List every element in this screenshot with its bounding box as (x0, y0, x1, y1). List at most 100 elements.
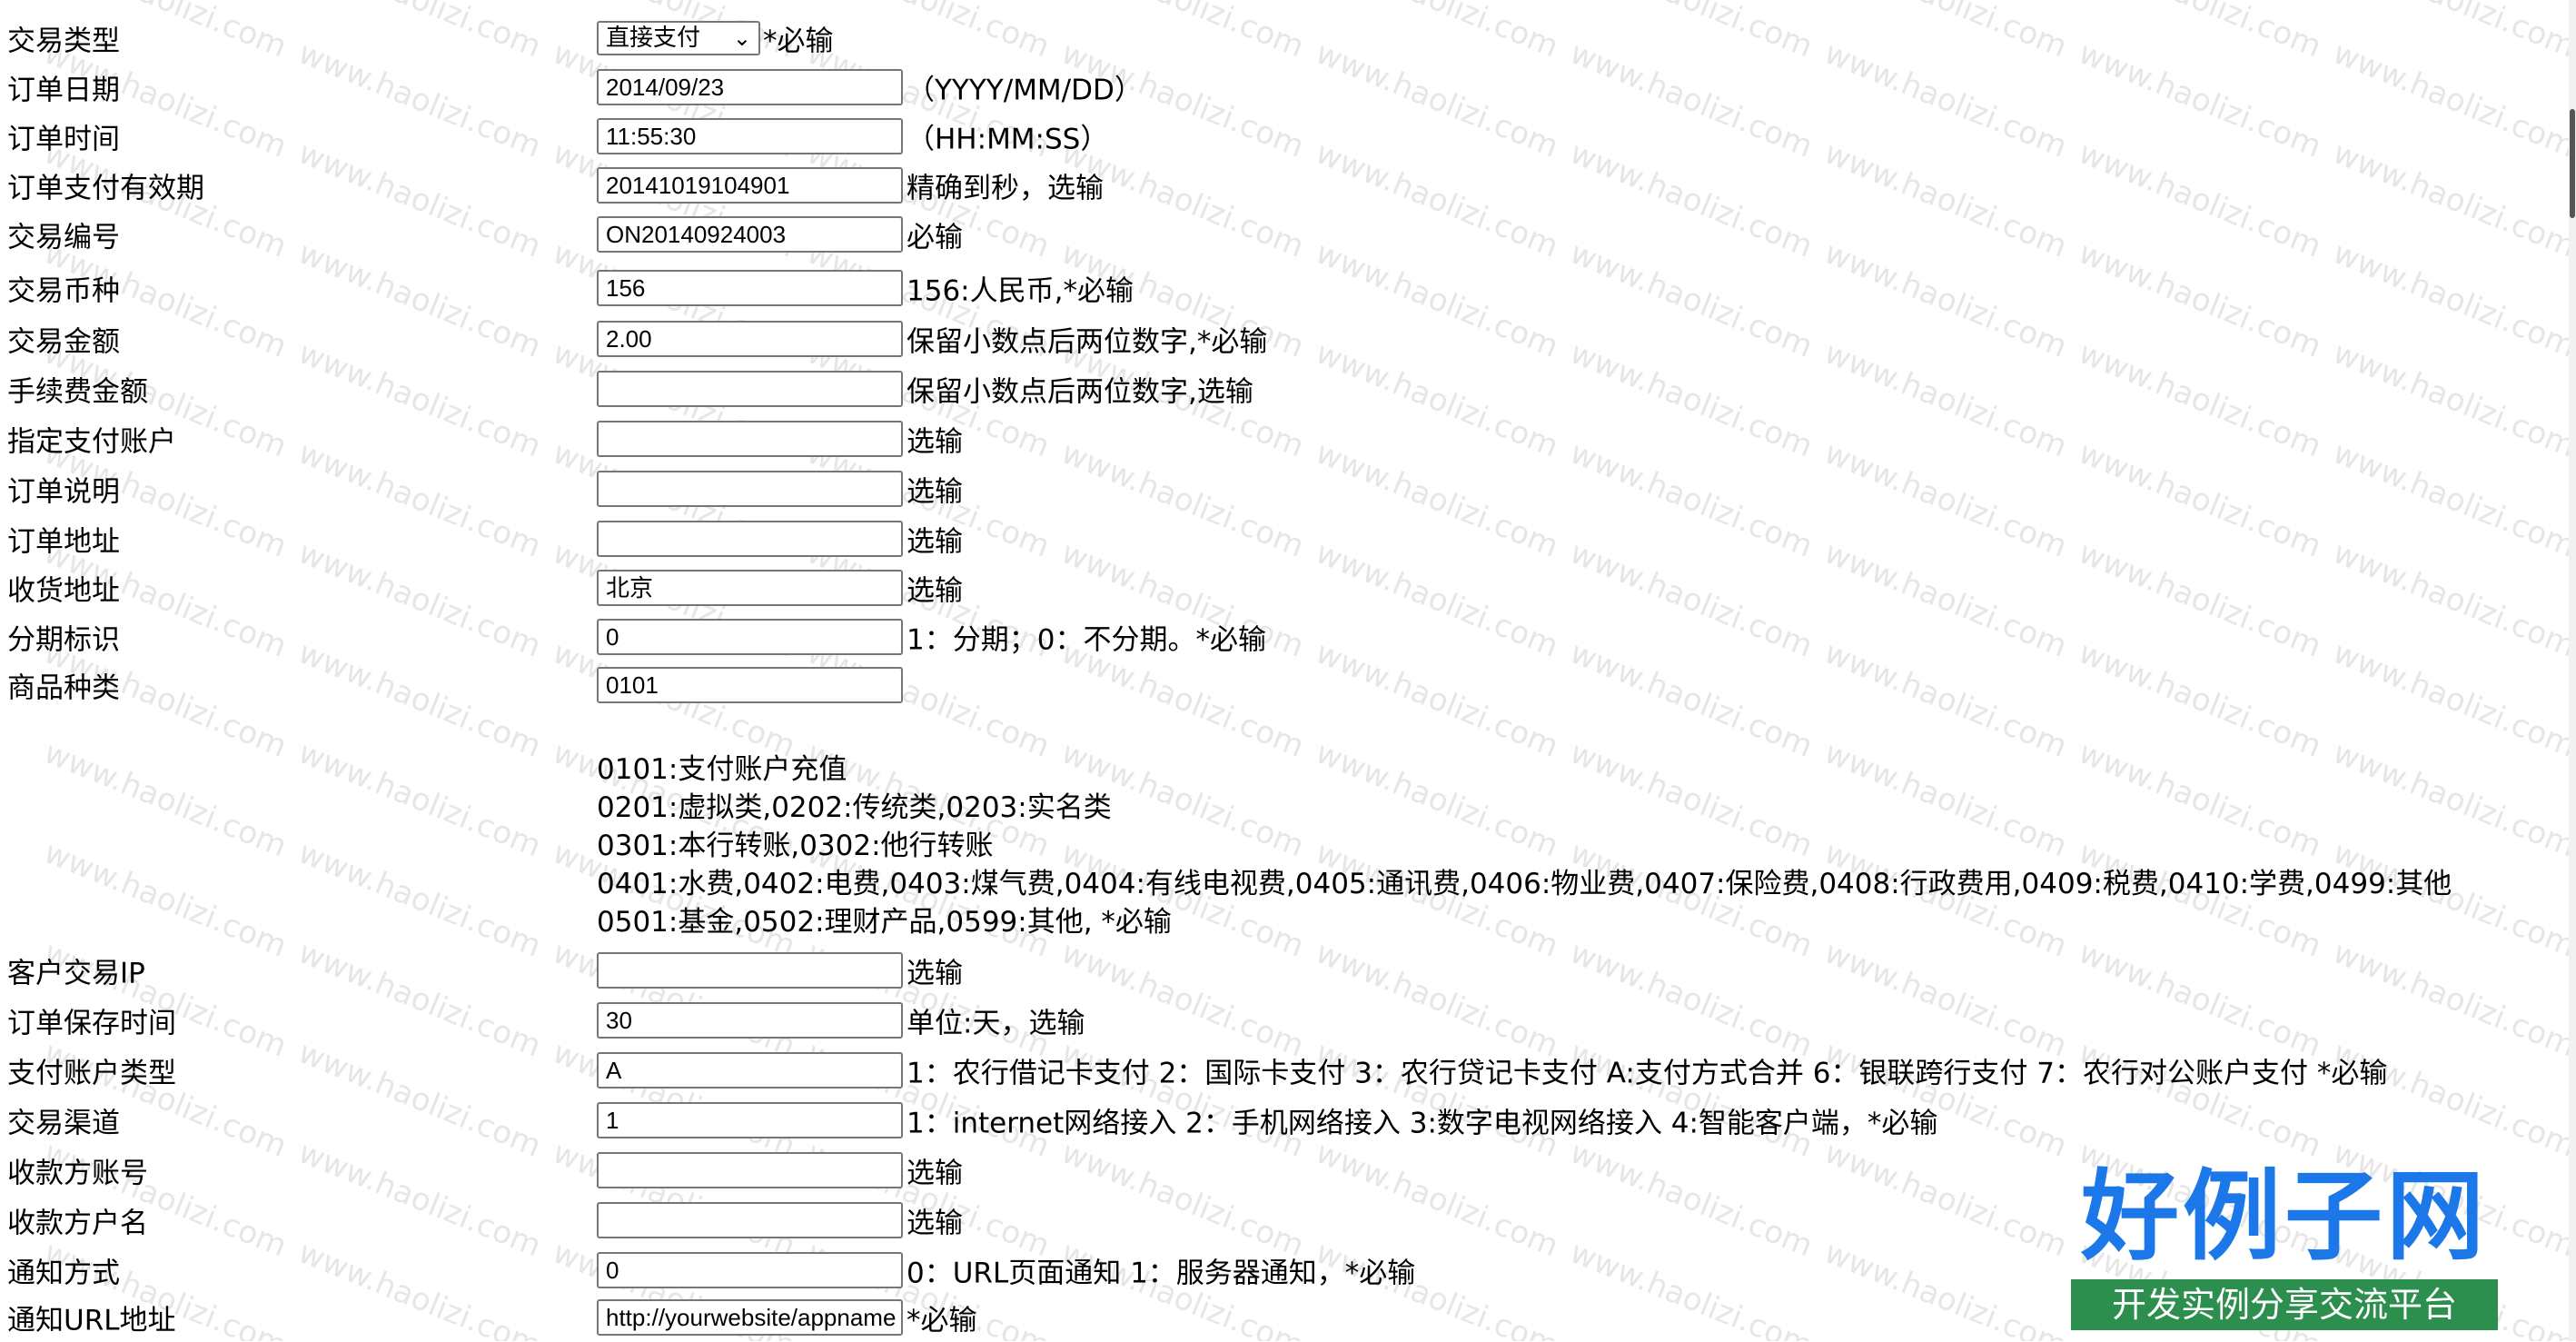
field-label: 支付账户类型 (7, 1057, 176, 1090)
field-hint: 1：分期；0：不分期。*必输 (907, 623, 1266, 657)
field-label: 订单保存时间 (7, 1007, 176, 1040)
currency-input[interactable]: 156 (597, 270, 903, 306)
field-hint: 选输 (907, 525, 963, 559)
brand-title: 好例子网 (2080, 1160, 2488, 1274)
scrollbar-thumb[interactable] (2570, 109, 2575, 218)
field-label: 交易类型 (7, 25, 120, 58)
payee-name-input[interactable] (597, 1202, 903, 1238)
desc-line: 0201:虚拟类,0202:传统类,0203:实名类 (597, 791, 1112, 824)
row-installment: 分期标识 0 1：分期；0：不分期。*必输 (0, 612, 2543, 661)
transaction-type-select[interactable]: 直接支付 ⌄ (597, 21, 760, 55)
brand-logo: 好例子网 开发实例分享交流平台 (2071, 1163, 2498, 1336)
field-hint: 选输 (907, 1207, 963, 1240)
field-label: 分期标识 (7, 623, 120, 657)
product-type-input[interactable]: 0101 (597, 667, 903, 703)
row-transaction-type: 交易类型 直接支付 ⌄ *必输 (0, 14, 2543, 63)
channel-input[interactable]: 1 (597, 1102, 903, 1138)
field-hint: 0：URL页面通知 1：服务器通知，*必输 (907, 1257, 1416, 1290)
field-label: 订单地址 (7, 525, 120, 559)
row-order-time: 订单时间 11:55:30 （HH:MM:SS） (0, 112, 2543, 161)
field-label: 订单时间 (7, 123, 120, 156)
field-hint: 单位:天，选输 (907, 1007, 1085, 1040)
field-hint: *必输 (763, 25, 834, 58)
order-expiry-input[interactable]: 20141019104901 (597, 167, 903, 204)
desc-line: 0401:水费,0402:电费,0403:煤气费,0404:有线电视费,0405… (597, 868, 2452, 900)
field-label: 交易编号 (7, 221, 120, 254)
amount-input[interactable]: 2.00 (597, 321, 903, 357)
row-order-number: 交易编号 ON20140924003 必输 (0, 210, 2543, 259)
row-order-expiry: 订单支付有效期 20141019104901 精确到秒，选输 (0, 161, 2543, 210)
field-hint: 选输 (907, 475, 963, 509)
field-hint: 1：internet网络接入 2：手机网络接入 3:数字电视网络接入 4:智能客… (907, 1107, 1938, 1140)
row-amount: 交易金额 2.00 保留小数点后两位数字,*必输 (0, 314, 2543, 363)
shipping-address-input[interactable]: 北京 (597, 570, 903, 606)
order-address-input[interactable] (597, 521, 903, 557)
field-label: 订单说明 (7, 475, 120, 509)
row-currency: 交易币种 156 156:人民币,*必输 (0, 263, 2543, 313)
field-label: 客户交易IP (7, 957, 145, 990)
watermark-text: www.haolizi.com (292, 734, 547, 865)
field-label: 订单支付有效期 (7, 172, 204, 205)
field-hint: 必输 (907, 221, 963, 254)
fee-amount-input[interactable] (597, 371, 903, 407)
field-hint: （HH:MM:SS） (907, 123, 1109, 156)
field-label: 通知URL地址 (7, 1304, 176, 1337)
field-label: 收货地址 (7, 574, 120, 608)
row-fee-amount: 手续费金额 保留小数点后两位数字,选输 (0, 364, 2543, 413)
field-hint: 选输 (907, 425, 963, 459)
payee-account-input[interactable] (597, 1152, 903, 1188)
desc-line: 0501:基金,0502:理财产品,0599:其他, *必输 (597, 906, 1172, 939)
order-keep-time-input[interactable]: 30 (597, 1002, 903, 1039)
row-product-type: 商品种类 0101 (0, 661, 2543, 710)
row-order-address: 订单地址 选输 (0, 514, 2543, 563)
row-order-date: 订单日期 2014/09/23 （YYYY/MM/DD） (0, 63, 2543, 112)
installment-input[interactable]: 0 (597, 619, 903, 655)
field-hint: （YYYY/MM/DD） (907, 74, 1143, 107)
row-shipping-address: 收货地址 北京 选输 (0, 563, 2543, 612)
field-hint: 保留小数点后两位数字,选输 (907, 375, 1253, 409)
watermark-text: www.haolizi.com (38, 734, 292, 865)
row-client-ip: 客户交易IP 选输 (0, 946, 2543, 995)
brand-subtitle: 开发实例分享交流平台 (2071, 1279, 2498, 1330)
watermark-text: www.haolizi.com (2327, 734, 2576, 865)
field-label: 交易金额 (7, 325, 120, 359)
field-label: 收款方户名 (7, 1207, 148, 1240)
field-hint: 精确到秒，选输 (907, 172, 1104, 205)
row-order-keep-time: 订单保存时间 30 单位:天，选输 (0, 996, 2543, 1045)
field-hint: 选输 (907, 957, 963, 990)
field-label: 通知方式 (7, 1257, 120, 1290)
field-label: 手续费金额 (7, 375, 148, 409)
field-label: 交易渠道 (7, 1107, 120, 1140)
field-label: 交易币种 (7, 274, 120, 308)
field-hint: 选输 (907, 574, 963, 608)
field-hint: *必输 (907, 1304, 977, 1337)
pay-account-input[interactable] (597, 421, 903, 457)
row-channel: 交易渠道 1 1：internet网络接入 2：手机网络接入 3:数字电视网络接… (0, 1096, 2543, 1145)
client-ip-input[interactable] (597, 952, 903, 989)
order-number-input[interactable]: ON20140924003 (597, 216, 903, 253)
order-date-input[interactable]: 2014/09/23 (597, 69, 903, 105)
select-value: 直接支付 (606, 25, 701, 52)
watermark-text: www.haolizi.com (1818, 734, 2073, 865)
desc-line: 0301:本行转账,0302:他行转账 (597, 830, 994, 862)
desc-line: 0101:支付账户充值 (597, 753, 847, 786)
watermark-text: www.haolizi.com (1310, 734, 1564, 865)
row-pay-account-type: 支付账户类型 A 1：农行借记卡支付 2：国际卡支付 3：农行贷记卡支付 A:支… (0, 1046, 2543, 1095)
pay-account-type-input[interactable]: A (597, 1052, 903, 1089)
field-hint: 保留小数点后两位数字,*必输 (907, 325, 1268, 359)
order-desc-input[interactable] (597, 471, 903, 507)
field-hint: 156:人民币,*必输 (907, 274, 1134, 308)
field-label: 指定支付账户 (7, 425, 176, 459)
watermark-text: www.haolizi.com (1564, 734, 1818, 865)
row-pay-account: 指定支付账户 选输 (0, 414, 2543, 463)
chevron-down-icon: ⌄ (732, 25, 751, 51)
field-hint: 1：农行借记卡支付 2：国际卡支付 3：农行贷记卡支付 A:支付方式合并 6：银… (907, 1057, 2388, 1090)
vertical-scrollbar[interactable] (2569, 0, 2576, 1341)
field-hint: 选输 (907, 1157, 963, 1190)
notify-type-input[interactable]: 0 (597, 1252, 903, 1288)
field-label: 收款方账号 (7, 1157, 148, 1190)
order-time-input[interactable]: 11:55:30 (597, 118, 903, 154)
watermark-text: www.haolizi.com (2073, 734, 2327, 865)
notify-url-input[interactable]: http://yourwebsite/appname (597, 1299, 903, 1336)
field-label: 订单日期 (7, 74, 120, 107)
